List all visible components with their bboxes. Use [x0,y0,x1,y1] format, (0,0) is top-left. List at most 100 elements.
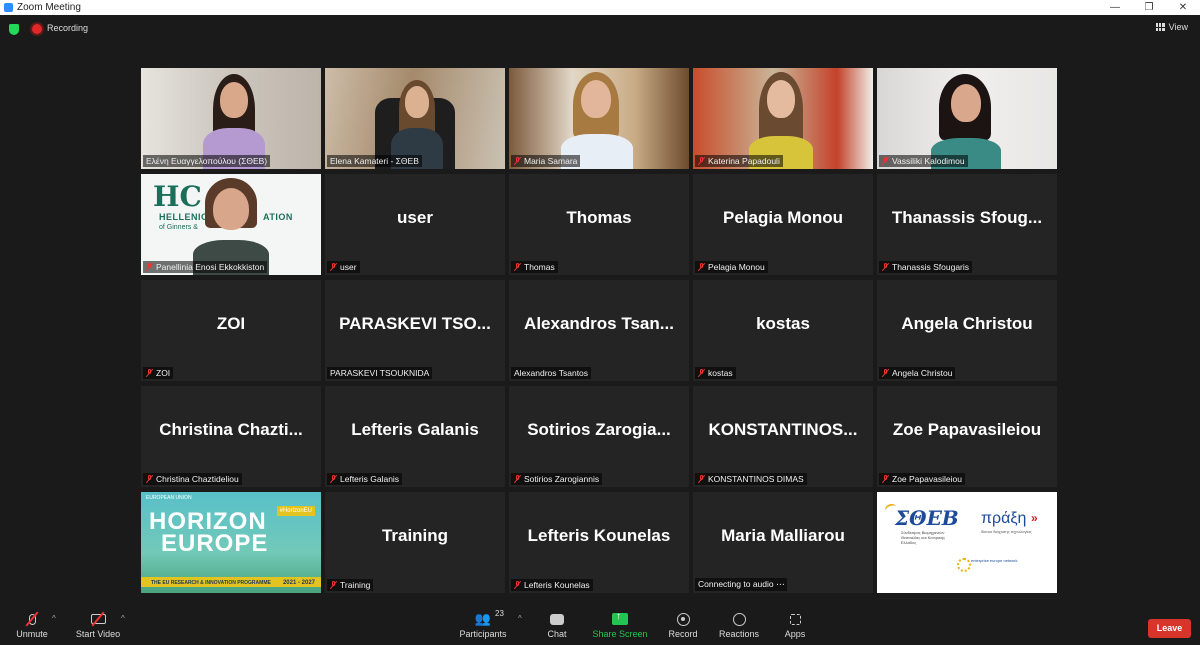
participant-name-label: Maria Samara [511,155,581,167]
participant-tile[interactable]: Christina Chazti... Christina Chaztideli… [141,386,321,487]
participant-tile[interactable]: Alexandros Tsan... Alexandros Tsantos [509,280,689,381]
participant-tile[interactable]: Ελένη Ευαγγελοπούλου (ΣΘΕΒ) [141,68,321,169]
participant-display-name: Lefteris Kounelas [527,526,671,545]
mic-muted-icon [882,263,889,271]
europe-word: EUROPE [161,530,269,557]
participant-display-name: PARASKEVI TSO... [339,314,491,333]
participant-name-label: PARASKEVI TSOUKNIDA [327,367,433,379]
reactions-smile-icon [732,612,746,626]
mic-muted-icon [146,369,153,377]
mic-muted-icon [882,157,889,165]
participant-tile[interactable]: PARASKEVI TSO... PARASKEVI TSOUKNIDA [325,280,505,381]
participant-display-name: Lefteris Galanis [351,420,479,439]
participant-tile[interactable]: Thanassis Sfoug... Thanassis Sfougaris [877,174,1057,275]
sthev-subtitle: Σύνδεσμος Βιομηχανιών Θεσσαλίας και Κεντ… [901,530,945,545]
participant-tile[interactable]: Training Training [325,492,505,593]
participant-video: HC HELLENIC ATION of Ginners & [141,174,321,275]
participant-tile[interactable]: Katerina Papadouli [693,68,873,169]
een-stars-icon [957,558,971,572]
participant-video [325,68,505,169]
participant-video [693,68,873,169]
participant-name-label: ZOI [143,367,174,379]
participant-tile[interactable]: HC HELLENIC ATION of Ginners & Panellini… [141,174,321,275]
participant-tile[interactable]: Maria Samara [509,68,689,169]
video-options-chevron-icon[interactable]: ^ [121,614,125,623]
participant-tile[interactable]: Elena Kamateri - ΣΘΕΒ [325,68,505,169]
view-label: View [1168,22,1188,32]
participant-tile[interactable]: Pelagia Monou Pelagia Monou [693,174,873,275]
participant-name-label: Vassiliki Kalodimou [879,155,968,167]
record-icon [676,612,690,626]
participant-name-label: Sotirios Zarogiannis [511,473,603,485]
participant-name-label: Thanassis Sfougaris [879,261,973,273]
participant-display-name: Zoe Papavasileiou [892,420,1042,439]
participant-count: 23 [495,609,504,618]
mic-muted-icon [330,581,337,589]
participant-name-label: Thomas [511,261,558,273]
start-video-label: Start Video [75,629,121,639]
reactions-label: Reactions [718,629,760,639]
meeting-top-bar: Recording View [0,15,1200,43]
share-screen-button[interactable]: Share Screen [591,609,649,639]
participant-tile[interactable]: Maria Malliarou Connecting to audio ⋯ [693,492,873,593]
participant-name-label: Panellinia Enosi Ekkokkiston [143,261,268,273]
participant-tile[interactable]: KONSTANTINOS... KONSTANTINOS DIMAS [693,386,873,487]
security-shield-icon[interactable] [9,24,19,35]
reactions-button[interactable]: Reactions [717,609,761,639]
participant-tile-logos[interactable]: ΣΘΕΒ Σύνδεσμος Βιομηχανιών Θεσσαλίας και… [877,492,1057,593]
participant-name-label: Alexandros Tsantos [511,367,592,379]
participant-tile[interactable]: Sotirios Zarogia... Sotirios Zarogiannis [509,386,689,487]
leave-button[interactable]: Leave [1148,619,1191,638]
participant-tile[interactable]: user user [325,174,505,275]
participant-tile[interactable]: Angela Christou Angela Christou [877,280,1057,381]
years-label: 2021 - 2027 [282,580,315,586]
restore-button[interactable]: ❐ [1132,0,1166,15]
meeting-toolbar: Unmute ^ Start Video ^ 👥 23 Participants … [0,603,1200,645]
recording-icon[interactable] [32,24,42,34]
participant-name-label: Lefteris Galanis [327,473,403,485]
een-logo-text: enterprise europe network [971,558,1018,563]
share-screen-icon [612,611,628,625]
start-video-button[interactable]: Start Video [72,609,124,639]
minimize-button[interactable]: — [1098,0,1132,15]
participants-button[interactable]: 👥 23 Participants [457,609,509,639]
participant-display-name: Sotirios Zarogia... [527,420,671,439]
close-button[interactable]: ✕ [1166,0,1200,15]
participant-name-label: Christina Chaztideliou [143,473,242,485]
mic-muted-icon [698,475,705,483]
participant-video [509,68,689,169]
mic-muted-icon [882,369,889,377]
hellenic-association-logo: HC [153,180,202,213]
participant-tile[interactable]: Lefteris Galanis Lefteris Galanis [325,386,505,487]
participant-display-name: Maria Malliarou [721,526,845,545]
unmute-button[interactable]: Unmute [12,609,52,639]
mic-muted-icon [330,263,337,271]
participant-display-name: kostas [756,314,810,333]
sponsor-logos: ΣΘΕΒ Σύνδεσμος Βιομηχανιών Θεσσαλίας και… [877,492,1057,593]
participant-tile[interactable]: Zoe Papavasileiou Zoe Papavasileiou [877,386,1057,487]
participant-name-label: Katerina Papadouli [695,155,783,167]
participant-tile[interactable]: Lefteris Kounelas Lefteris Kounelas [509,492,689,593]
participant-name-label: Training [327,579,374,591]
apps-button[interactable]: Apps [781,609,809,639]
participants-icon: 👥 [474,611,492,626]
audio-options-chevron-icon[interactable]: ^ [52,614,56,623]
participant-name-label: kostas [695,367,736,379]
zoom-app-icon [4,3,13,12]
praxi-arrows-icon: » [1031,511,1038,525]
participants-chevron-icon[interactable]: ^ [518,614,522,623]
participant-tile[interactable]: kostas kostas [693,280,873,381]
participant-tile[interactable]: Vassiliki Kalodimou [877,68,1057,169]
record-button[interactable]: Record [666,609,700,639]
participant-tile[interactable]: Thomas Thomas [509,174,689,275]
chat-button[interactable]: Chat [542,609,572,639]
recording-label[interactable]: Recording [47,23,88,33]
mic-muted-icon [698,157,705,165]
chat-icon [550,613,564,625]
unmute-label: Unmute [16,629,48,639]
participant-tile[interactable]: ZOI ZOI [141,280,321,381]
participant-name-label: Angela Christou [879,367,956,379]
participant-video [141,68,321,169]
view-button[interactable]: View [1155,22,1188,32]
participant-tile-horizon-europe[interactable]: EUROPEAN UNION HORIZON EUROPE #HorizonEU… [141,492,321,593]
